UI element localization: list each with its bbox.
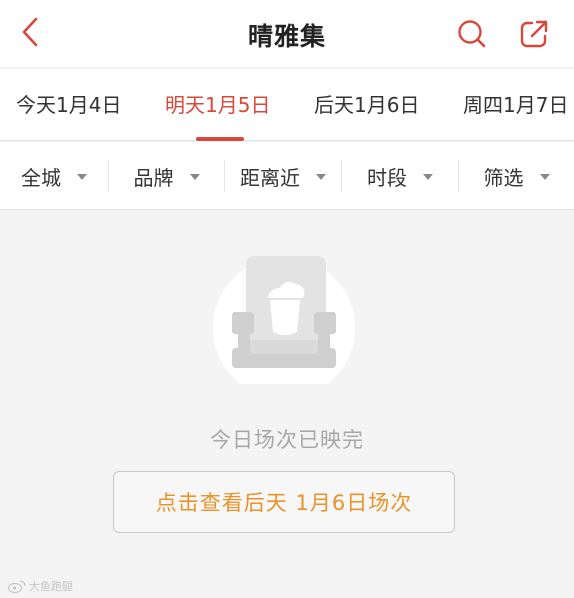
tab-tomorrow[interactable]: 明天1月5日	[165, 89, 270, 119]
filter-time-slot-label: 时段	[367, 165, 407, 190]
date-tab-bar: 今天1月4日 明天1月5日 后天1月6日 周四1月7日	[0, 69, 574, 141]
caret-down-icon	[77, 174, 87, 180]
watermark-text: 大鱼跑腿	[29, 580, 73, 593]
filter-time-slot[interactable]: 时段	[342, 142, 458, 210]
filter-distance-label: 距离近	[240, 165, 300, 190]
filter-brand-label: 品牌	[133, 165, 174, 190]
share-icon	[520, 20, 548, 48]
filter-brand[interactable]: 品牌	[109, 142, 224, 210]
tab-today[interactable]: 今天1月4日	[16, 89, 121, 119]
filter-bar: 全城 品牌 距离近 时段 筛选	[0, 142, 574, 210]
search-button[interactable]	[454, 16, 490, 52]
view-next-day-button[interactable]: 点击查看后天 1月6日场次	[113, 471, 455, 533]
share-button[interactable]	[516, 16, 552, 52]
caret-down-icon	[423, 174, 433, 180]
tab-thursday[interactable]: 周四1月7日	[463, 89, 568, 119]
cinema-seat-icon	[213, 256, 355, 384]
app-header: 晴雅集	[0, 0, 574, 68]
tab-day-after-tomorrow[interactable]: 后天1月6日	[314, 89, 419, 119]
caret-down-icon	[539, 174, 550, 180]
caret-down-icon	[189, 174, 200, 180]
caret-down-icon	[316, 174, 326, 180]
filter-more-label: 筛选	[483, 165, 524, 190]
filter-distance[interactable]: 距离近	[225, 142, 341, 210]
weibo-logo-icon	[8, 580, 26, 593]
filter-city-label: 全城	[21, 165, 61, 190]
watermark: 大鱼跑腿	[8, 578, 73, 594]
active-tab-indicator	[196, 137, 244, 141]
filter-more[interactable]: 筛选	[459, 142, 574, 210]
filter-city[interactable]: 全城	[0, 142, 108, 210]
empty-state-message: 今日场次已映完	[210, 428, 364, 452]
search-icon	[458, 20, 486, 48]
